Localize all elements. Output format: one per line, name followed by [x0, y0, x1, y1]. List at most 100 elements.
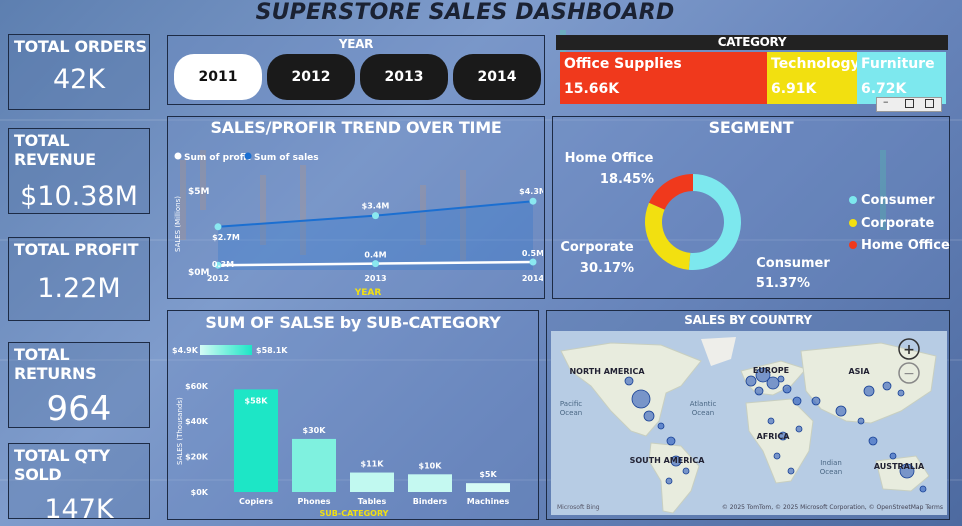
bar-category-label: Machines [467, 497, 510, 506]
profit-data-label: 0.3M [212, 260, 234, 269]
sales-data-label: $4.3M [519, 187, 543, 196]
year-slicer: YEAR 2011 2012 2013 2014 [167, 35, 545, 105]
legend-sales-dot [244, 152, 252, 160]
legend-corporate-label: Corporate [861, 216, 935, 231]
range-gradient-bar [200, 345, 252, 355]
bar-data-label: $5K [479, 470, 497, 479]
legend-sales-label: Sum of sales [254, 153, 319, 163]
bar-data-label: $30K [303, 426, 327, 435]
segment-label-corporate-name: Corporate [560, 240, 634, 255]
kpi-label: TOTAL QTY SOLD [14, 446, 110, 484]
bar-ytick: $20K [185, 453, 209, 462]
bar-category-label: Copiers [239, 497, 273, 506]
category-office-supplies[interactable]: Office Supplies 15.66K [560, 52, 767, 104]
sales-data-label: $3.4M [362, 202, 390, 211]
trend-ytick: $5M [188, 187, 210, 197]
bar-ytick: $0K [191, 488, 209, 497]
bar-x-axis-label: SUB-CATEGORY [320, 509, 389, 518]
map-label-asia: ASIA [848, 367, 870, 376]
subcategory-bar-chart: $4.9K $58.1K SALES (Thousands) SUB-CATEG… [172, 345, 510, 518]
year-slicer-title: YEAR [338, 37, 374, 51]
trend-title: SALES/PROFIR TREND OVER TIME [210, 118, 502, 137]
legend-home-office-label: Home Office [861, 238, 950, 253]
segment-panel: SEGMENT Home Office 18.45% Corporate 30.… [552, 116, 950, 299]
category-value: 15.66K [564, 81, 620, 97]
more-options-icon[interactable]: – [883, 95, 889, 108]
legend-consumer-dot [849, 196, 857, 204]
map-label-atlantic-ocean: Ocean [692, 409, 714, 417]
kpi-label: TOTAL RETURNS [14, 345, 97, 383]
dashboard-title: SUPERSTORE SALES DASHBOARD [255, 0, 675, 25]
bar-binders [408, 474, 452, 492]
donut-slice-home-office [649, 174, 693, 210]
profit-point [372, 260, 379, 268]
category-technology[interactable]: Technology 6.91K [767, 52, 860, 104]
legend-home-office-dot [849, 241, 857, 249]
kpi-total-orders: TOTAL ORDERS 42K [8, 34, 150, 110]
category-value: 6.72K [861, 81, 907, 97]
kpi-label: TOTAL REVENUE [14, 131, 96, 169]
map-label-indian-ocean: Ocean [820, 468, 842, 476]
sales-map[interactable]: NORTH AMERICA EUROPE ASIA AFRICA SOUTH A… [551, 331, 947, 515]
bar-tables [350, 472, 394, 492]
profit-data-label: 0.4M [364, 251, 386, 260]
kpi-value: 1.22M [37, 273, 121, 304]
zoom-in-icon: + [903, 342, 915, 358]
legend-profit-label: Sum of profit [184, 153, 251, 163]
kpi-label: TOTAL PROFIT [14, 240, 139, 259]
trend-xtick: 2012 [207, 274, 229, 283]
segment-label-home-office-pct: 18.45% [600, 172, 654, 187]
country-title: SALES BY COUNTRY [684, 313, 812, 327]
trend-y-axis-label: SALES (Millions) [174, 196, 182, 252]
donut-slice-consumer [688, 174, 742, 270]
map-label-atlantic: Atlantic [690, 400, 717, 408]
bar-y-axis-label: SALES (Thousands) [176, 397, 184, 465]
segment-donut-chart: Home Office 18.45% Corporate 30.17% Cons… [560, 151, 950, 291]
bar-data-label: $58K [245, 396, 269, 405]
profit-point [529, 258, 537, 266]
subcategory-panel: SUM OF SALSE by SUB-CATEGORY $4.9K $58.1… [167, 310, 539, 520]
year-button-2013[interactable]: 2013 [360, 54, 448, 100]
trend-panel: SALES/PROFIR TREND OVER TIME Sum of prof… [167, 116, 545, 299]
category-title: CATEGORY [717, 35, 787, 49]
segment-label-consumer-name: Consumer [756, 256, 830, 271]
sales-area [218, 201, 533, 270]
bar-category-label: Phones [298, 497, 331, 506]
range-min-label: $4.9K [172, 346, 199, 355]
zoom-out-icon: − [903, 366, 915, 382]
segment-title: SEGMENT [708, 118, 794, 137]
kpi-total-revenue: TOTAL REVENUE $10.38M [8, 128, 150, 214]
bar-category-label: Tables [358, 497, 387, 506]
kpi-value: 964 [46, 389, 112, 429]
map-label-south-america: SOUTH AMERICA [630, 456, 706, 465]
year-button-2011[interactable]: 2011 [174, 54, 262, 100]
map-label-pacific: Pacific [560, 400, 582, 408]
category-name: Technology [771, 56, 860, 72]
kpi-value: $10.38M [20, 181, 138, 212]
map-label-indian: Indian [820, 459, 842, 467]
map-label-pacific-ocean: Ocean [560, 409, 582, 417]
segment-label-corporate-pct: 30.17% [580, 261, 634, 276]
bar-category-label: Binders [413, 497, 448, 506]
kpi-total-profit: TOTAL PROFIT 1.22M [8, 237, 150, 321]
bar-ytick: $60K [185, 382, 209, 391]
year-button-2012[interactable]: 2012 [267, 54, 355, 100]
kpi-label: TOTAL ORDERS [14, 37, 147, 56]
visual-header-toolbar[interactable]: – [876, 95, 942, 112]
focus-mode-icon[interactable] [925, 99, 934, 108]
year-button-2014[interactable]: 2014 [453, 54, 541, 100]
category-panel: CATEGORY Office Supplies 15.66K Technolo… [556, 35, 948, 112]
donut-slice-corporate [645, 202, 691, 270]
kpi-value: 147K [44, 494, 114, 525]
kpi-total-returns: TOTAL RETURNS 964 [8, 342, 150, 429]
trend-x-axis-label: YEAR [354, 288, 382, 297]
segment-label-home-office-name: Home Office [565, 151, 654, 166]
trend-xtick: 2014 [522, 274, 543, 283]
bar-phones [292, 438, 336, 492]
map-attribution: © 2025 TomTom, © 2025 Microsoft Corporat… [722, 504, 943, 511]
kpi-value: 42K [52, 64, 106, 95]
category-value: 6.91K [771, 81, 817, 97]
subcategory-title: SUM OF SALSE by SUB-CATEGORY [205, 313, 501, 332]
filter-icon[interactable] [905, 99, 914, 108]
segment-label-consumer-pct: 51.37% [756, 276, 810, 291]
